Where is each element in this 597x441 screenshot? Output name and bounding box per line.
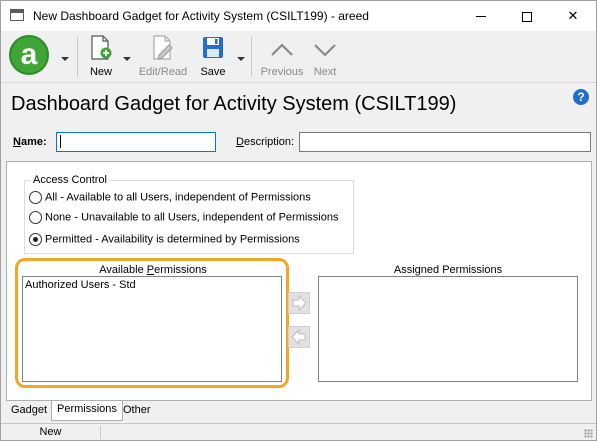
close-button[interactable]: ✕ (550, 1, 596, 31)
radio-option-permitted[interactable]: Permitted - Availability is determined b… (29, 233, 300, 249)
radio-permitted-label: Permitted - Availability is determined b… (45, 233, 300, 246)
status-bar: New (1, 423, 596, 440)
toolbar: a New Edit/Read Save Previous Next (1, 31, 596, 83)
new-menu-chevron-down-icon[interactable] (123, 57, 131, 61)
available-permissions-list[interactable]: Authorized Users - Std (22, 276, 282, 382)
description-label: Description: (236, 136, 294, 148)
radio-option-none[interactable]: None - Unavailable to all Users, indepen… (29, 211, 339, 227)
status-empty-cell (101, 426, 581, 439)
new-button-label: New (89, 66, 112, 78)
next-button[interactable]: Next (309, 35, 341, 79)
tab-permissions[interactable]: Permissions (51, 401, 123, 421)
title-bar: New Dashboard Gadget for Activity System… (1, 1, 596, 31)
previous-button-label: Previous (260, 66, 304, 78)
text-cursor (60, 135, 61, 148)
status-mode: New (1, 426, 101, 439)
access-control-title: Access Control (31, 174, 109, 186)
resize-grip-icon[interactable] (584, 429, 593, 438)
page-title: Dashboard Gadget for Activity System (CS… (11, 93, 457, 115)
help-icon[interactable]: ? (573, 89, 589, 105)
remove-permission-button[interactable] (288, 326, 310, 348)
assigned-permissions-list[interactable] (318, 276, 578, 382)
tab-gadget[interactable]: Gadget (6, 402, 52, 420)
description-label-mnemonic: D (236, 136, 244, 148)
name-label: Name: (13, 136, 47, 148)
save-menu-chevron-down-icon[interactable] (237, 57, 245, 61)
name-input[interactable] (56, 132, 216, 152)
toolbar-separator (251, 37, 252, 77)
application-window: New Dashboard Gadget for Activity System… (0, 0, 597, 441)
new-button[interactable]: New (83, 35, 119, 79)
minimize-button[interactable] (458, 1, 504, 31)
radio-none-label: None - Unavailable to all Users, indepen… (45, 211, 339, 224)
list-item[interactable]: Authorized Users - Std (25, 279, 279, 291)
close-icon: ✕ (567, 8, 579, 23)
radio-none-button[interactable] (29, 211, 42, 224)
radio-permitted-button[interactable] (29, 233, 42, 246)
radio-option-all[interactable]: All - Available to all Users, independen… (29, 191, 311, 207)
available-title-post: ermissions (154, 264, 207, 276)
name-label-mnemonic: N (13, 136, 21, 148)
previous-button[interactable]: Previous (257, 35, 307, 79)
available-title-pre: Available (99, 264, 147, 276)
app-logo-icon: a (20, 38, 38, 71)
chevron-down-icon (314, 44, 336, 57)
maximize-button[interactable] (504, 1, 550, 31)
app-logo-button[interactable]: a (9, 35, 49, 75)
window-app-icon (10, 9, 24, 21)
edit-read-button[interactable]: Edit/Read (137, 35, 189, 79)
description-input[interactable] (299, 132, 591, 152)
permissions-panel: Access Control All - Available to all Us… (6, 161, 592, 401)
logo-menu-chevron-down-icon[interactable] (61, 57, 69, 61)
arrow-left-icon (291, 328, 306, 346)
maximize-icon (522, 11, 532, 22)
description-label-text: escription: (243, 136, 295, 148)
assigned-permissions-title: Assigned Permissions (393, 264, 503, 276)
toolbar-separator (77, 37, 78, 77)
new-document-icon (91, 35, 112, 60)
save-button[interactable]: Save (195, 35, 231, 79)
radio-all-button[interactable] (29, 191, 42, 204)
next-button-label: Next (313, 66, 337, 78)
chevron-up-icon (271, 43, 293, 56)
tab-other[interactable]: Other (118, 402, 156, 420)
save-button-label: Save (200, 66, 226, 78)
save-disk-icon (203, 37, 223, 58)
minimize-icon (476, 16, 486, 18)
window-title: New Dashboard Gadget for Activity System… (33, 9, 369, 23)
edit-read-button-label: Edit/Read (138, 66, 188, 78)
arrow-right-icon (292, 294, 307, 312)
name-label-text: ame: (20, 136, 47, 148)
radio-all-label: All - Available to all Users, independen… (45, 191, 311, 204)
edit-document-icon (153, 35, 173, 60)
add-permission-button[interactable] (288, 292, 310, 314)
available-permissions-title: Available Permissions (22, 264, 284, 276)
